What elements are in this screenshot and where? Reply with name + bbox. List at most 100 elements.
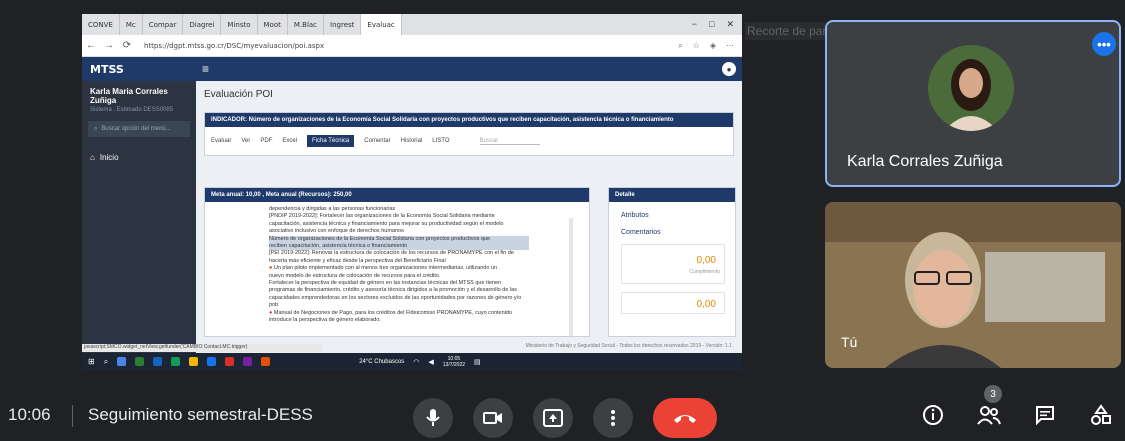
tree-line: Fortalecer la perspectiva de equidad de … bbox=[269, 280, 502, 287]
meta-panel: Meta anual: 10,00 , Meta anual (Recursos… bbox=[204, 187, 590, 337]
tree-line: capacitación, asistencia técnica y finan… bbox=[269, 220, 504, 227]
url-field[interactable]: https://dgpt.mtss.go.cr/DSC/myevaluacion… bbox=[144, 42, 324, 50]
notifications-icon[interactable]: ▤ bbox=[474, 358, 481, 366]
tree-line: nuevo modelo de estructura de colocación… bbox=[269, 272, 441, 279]
tree-scrollbar[interactable] bbox=[569, 218, 573, 336]
shared-screen: CONVE Mc Compar Diagrei Minsto Moot M.Bl… bbox=[82, 14, 742, 370]
tree-line: [PNDIP 2019-2022]: Fortalecer las organi… bbox=[269, 213, 495, 220]
search-icon: ⌕ bbox=[94, 125, 98, 132]
detail-caption: Cumplimiento bbox=[689, 269, 720, 275]
browser-tab[interactable]: Diagrei bbox=[183, 14, 222, 35]
detail-card: 0,00 Cumplimiento bbox=[621, 244, 725, 284]
taskbar-app-icon[interactable] bbox=[261, 357, 271, 366]
extensions-icon[interactable]: ◈ bbox=[710, 41, 716, 51]
search-input[interactable]: Buscar bbox=[479, 138, 540, 145]
activities-button[interactable] bbox=[1088, 402, 1114, 428]
camera-button[interactable] bbox=[473, 398, 513, 438]
volume-icon[interactable]: ◀ bbox=[428, 358, 433, 366]
window-controls: − □ ✕ bbox=[692, 19, 742, 30]
menu-icon[interactable]: ⋯ bbox=[726, 41, 734, 51]
detail-atributos[interactable]: Atributos bbox=[609, 202, 735, 219]
browser-tab[interactable]: Minsto bbox=[221, 14, 258, 35]
taskbar-app-icon[interactable] bbox=[153, 357, 163, 366]
tree-line-selected[interactable]: Número de organizaciones de la Economía … bbox=[269, 235, 529, 244]
indicator-panel: INDICADOR: Número de organizaciones de l… bbox=[204, 112, 734, 156]
close-icon[interactable]: ✕ bbox=[726, 19, 734, 30]
self-video-icon bbox=[825, 202, 1121, 368]
people-button[interactable] bbox=[976, 402, 1002, 428]
divider bbox=[72, 405, 73, 427]
chat-button[interactable] bbox=[1032, 402, 1058, 428]
maximize-icon[interactable]: □ bbox=[709, 19, 714, 30]
browser-tab-bar: CONVE Mc Compar Diagrei Minsto Moot M.Bl… bbox=[82, 14, 742, 35]
user-avatar-icon[interactable]: ● bbox=[722, 62, 736, 76]
reload-icon[interactable]: ⟳ bbox=[118, 40, 136, 51]
address-bar: ← → ⟳ https://dgpt.mtss.go.cr/DSC/myeval… bbox=[82, 35, 742, 57]
status-dot-icon: ● bbox=[269, 265, 273, 272]
taskbar-app-icon[interactable] bbox=[207, 357, 217, 366]
browser-tab[interactable]: Ingrest bbox=[324, 14, 362, 35]
more-options-icon[interactable]: ••• bbox=[1092, 32, 1116, 56]
home-icon: ⌂ bbox=[90, 153, 95, 162]
user-name: Karla Maria Corrales Zuñiga bbox=[90, 87, 168, 105]
ver-button[interactable]: Ver bbox=[241, 138, 250, 144]
info-icon bbox=[923, 405, 943, 425]
detail-comentarios[interactable]: Comentarios bbox=[609, 219, 735, 236]
objectives-tree[interactable]: dependencia y dirigidas a las personas f… bbox=[205, 202, 589, 325]
browser-tab[interactable]: Mc bbox=[120, 14, 143, 35]
participant-tile[interactable]: Karla Corrales Zuñiga ••• bbox=[825, 20, 1121, 187]
taskbar-app-icon[interactable] bbox=[189, 357, 199, 366]
sidebar-item-inicio[interactable]: ⌂ Inicio bbox=[82, 145, 196, 170]
system-clock[interactable]: 10:05 13/7/2022 bbox=[443, 356, 465, 368]
browser-tab-active[interactable]: Evaluac bbox=[361, 14, 402, 35]
comentar-button[interactable]: Comentar bbox=[364, 138, 390, 144]
taskbar-app-icon[interactable] bbox=[171, 357, 181, 366]
indicator-title: INDICADOR: Número de organizaciones de l… bbox=[205, 113, 733, 127]
listo-button[interactable]: LISTO bbox=[432, 138, 449, 144]
app-main: ≡ ● Evaluación POI INDICADOR: Número de … bbox=[196, 57, 742, 353]
hang-up-icon bbox=[674, 415, 696, 423]
ficha-tecnica-button[interactable]: Ficha Técnica bbox=[307, 135, 355, 147]
tree-line-selected[interactable]: reciben capacitación, asistencia técnica… bbox=[269, 243, 529, 251]
meeting-title: Seguimiento semestral-DESS bbox=[88, 405, 313, 424]
tree-line: hacerla más eficiente y eficaz desde la … bbox=[269, 257, 446, 264]
microphone-button[interactable] bbox=[413, 398, 453, 438]
browser-tab[interactable]: Compar bbox=[143, 14, 184, 35]
windows-start-icon[interactable]: ⊞ bbox=[88, 357, 95, 366]
forward-icon[interactable]: → bbox=[100, 40, 118, 51]
indicator-toolbar: Evaluar Ver PDF Excel Ficha Técnica Come… bbox=[205, 127, 733, 155]
evaluar-button[interactable]: Evaluar bbox=[211, 138, 231, 144]
browser-tab[interactable]: M.Blac bbox=[288, 14, 325, 35]
sidebar-search[interactable]: ⌕ Buscar opción del menú... bbox=[88, 121, 190, 137]
excel-button[interactable]: Excel bbox=[282, 138, 297, 144]
pdf-button[interactable]: PDF bbox=[260, 138, 272, 144]
meeting-info-button[interactable] bbox=[920, 402, 946, 428]
hamburger-icon[interactable]: ≡ bbox=[202, 62, 209, 76]
tree-line: ● Un plan piloto implementado con al men… bbox=[269, 265, 498, 272]
meeting-controls-bar: 10:06 Seguimiento semestral-DESS bbox=[0, 388, 1125, 441]
zoom-icon[interactable]: ⌕ bbox=[678, 41, 682, 51]
taskbar-app-icon[interactable] bbox=[225, 357, 235, 366]
taskbar-app-icon[interactable] bbox=[243, 357, 253, 366]
microphone-icon bbox=[426, 409, 440, 426]
present-screen-button[interactable] bbox=[533, 398, 573, 438]
more-options-button[interactable] bbox=[593, 398, 633, 438]
present-screen-icon bbox=[543, 409, 563, 427]
taskbar-app-icon[interactable] bbox=[135, 357, 145, 366]
taskbar-app-icon[interactable] bbox=[117, 357, 127, 366]
meeting-clock: 10:06 bbox=[8, 405, 51, 424]
wifi-icon[interactable]: ◠ bbox=[413, 358, 419, 366]
self-view-tile[interactable]: Tú bbox=[825, 202, 1121, 368]
leave-call-button[interactable] bbox=[653, 398, 717, 438]
back-icon[interactable]: ← bbox=[82, 40, 100, 51]
weather-widget[interactable]: 24°C Chubascos bbox=[359, 359, 404, 365]
minimize-icon[interactable]: − bbox=[692, 19, 697, 30]
browser-tab[interactable]: CONVE bbox=[82, 14, 120, 35]
user-subtitle: Sistema . Estimado DESS0085 bbox=[90, 107, 174, 113]
search-icon[interactable]: ⌕ bbox=[104, 357, 108, 367]
favorite-icon[interactable]: ☆ bbox=[693, 41, 700, 51]
historial-button[interactable]: Historial bbox=[401, 138, 423, 144]
browser-tab[interactable]: Moot bbox=[258, 14, 288, 35]
page-title: Evaluación POI bbox=[204, 89, 273, 100]
detail-card: 0,00 bbox=[621, 292, 725, 314]
